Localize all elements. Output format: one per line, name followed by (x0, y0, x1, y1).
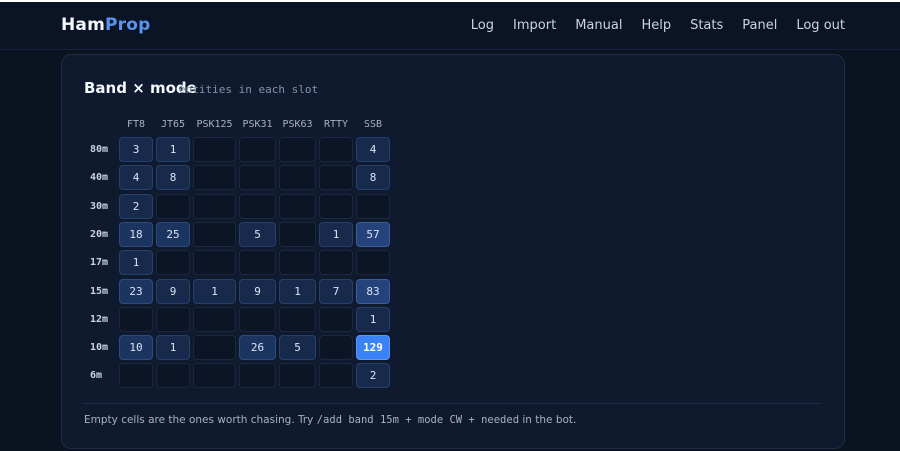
matrix-cell-12m-rtty[interactable] (319, 306, 353, 332)
matrix-cell-20m-rtty[interactable]: 1 (319, 221, 353, 247)
column-header-ssb: SSB (363, 119, 383, 130)
column-header-rtty: RTTY (323, 119, 349, 130)
matrix-cell-12m-psk63[interactable] (279, 306, 316, 332)
matrix-cell-15m-jt65[interactable]: 9 (156, 278, 190, 304)
matrix-cell-12m-jt65[interactable] (156, 306, 190, 332)
brand-part-ham: Ham (61, 15, 106, 35)
matrix-cell-10m-jt65[interactable]: 1 (156, 335, 190, 361)
matrix-cell-10m-psk63[interactable]: 5 (279, 335, 316, 361)
matrix-cell-17m-psk63[interactable] (279, 250, 316, 276)
nav-panel[interactable]: Panel (742, 18, 777, 33)
matrix-cell-40m-rtty[interactable] (319, 165, 353, 191)
main-nav: Log Import Manual Help Stats Panel Log o… (452, 18, 845, 33)
matrix-cell-80m-jt65[interactable]: 1 (156, 137, 190, 162)
matrix-cell-6m-psk125[interactable] (193, 363, 236, 389)
footnote-command: /add band 15m + mode CW + needed (316, 414, 520, 426)
nav-manual[interactable]: Manual (575, 18, 622, 33)
column-header-ft8: FT8 (126, 119, 146, 130)
matrix-cell-15m-rtty[interactable]: 7 (319, 278, 353, 304)
matrix-cell-40m-psk63[interactable] (279, 165, 316, 191)
top-navbar: HamProp Log Import Manual Help Stats Pan… (0, 0, 900, 50)
matrix-cell-20m-psk63[interactable] (279, 221, 316, 247)
nav-stats[interactable]: Stats (690, 18, 723, 33)
matrix-cell-6m-psk63[interactable] (279, 363, 316, 389)
matrix-cell-17m-jt65[interactable] (156, 250, 190, 276)
matrix-cell-12m-ft8[interactable] (119, 306, 153, 332)
matrix-cell-20m-ssb[interactable]: 57 (356, 221, 390, 247)
matrix-cell-15m-psk125[interactable]: 1 (193, 278, 236, 304)
matrix-cell-30m-psk63[interactable] (279, 193, 316, 219)
matrix-cell-15m-ft8[interactable]: 23 (119, 278, 153, 304)
matrix-cell-80m-ssb[interactable]: 4 (356, 137, 390, 162)
matrix-cell-6m-psk31[interactable] (239, 363, 276, 389)
column-header-jt65: JT65 (160, 119, 186, 130)
matrix-cell-10m-ssb[interactable]: 129 (356, 335, 390, 361)
row-header-10m: 10m (90, 342, 109, 354)
row-header-12m: 12m (90, 313, 109, 325)
matrix-cell-40m-ft8[interactable]: 4 (119, 165, 153, 191)
matrix-cell-40m-psk31[interactable] (239, 165, 276, 191)
row-header-40m: 40m (90, 172, 109, 184)
matrix-cell-6m-jt65[interactable] (156, 363, 190, 389)
matrix-cell-20m-jt65[interactable]: 25 (156, 221, 190, 247)
matrix-cell-30m-rtty[interactable] (319, 193, 353, 219)
row-header-17m: 17m (90, 257, 109, 269)
matrix-cell-40m-jt65[interactable]: 8 (156, 165, 190, 191)
brand-part-prop: Prop (105, 15, 151, 35)
column-header-psk63: PSK63 (282, 119, 313, 130)
matrix-cell-80m-psk125[interactable] (193, 137, 236, 162)
row-header-30m: 30m (90, 200, 109, 212)
matrix-cell-80m-psk63[interactable] (279, 137, 316, 162)
matrix-cell-20m-psk31[interactable]: 5 (239, 221, 276, 247)
matrix-cell-10m-ft8[interactable]: 10 (119, 335, 153, 361)
matrix-cell-17m-psk31[interactable] (239, 250, 276, 276)
row-header-15m: 15m (90, 285, 109, 297)
matrix-cell-12m-ssb[interactable]: 1 (356, 306, 390, 332)
card-subtitle: entities in each slot (179, 83, 319, 96)
matrix-cell-15m-psk63[interactable]: 1 (279, 278, 316, 304)
band-mode-card: Band × mode entities in each slot FT8 JT6… (61, 54, 845, 449)
matrix-cell-20m-ft8[interactable]: 18 (119, 221, 153, 247)
nav-logout[interactable]: Log out (796, 18, 845, 33)
column-header-psk125: PSK125 (196, 119, 233, 130)
matrix-cell-80m-psk31[interactable] (239, 137, 276, 162)
nav-import[interactable]: Import (513, 18, 556, 33)
matrix-cell-30m-psk125[interactable] (193, 193, 236, 219)
divider (84, 403, 822, 404)
row-header-6m: 6m (90, 370, 103, 382)
footnote: Empty cells are the ones worth chasing. … (84, 414, 576, 426)
matrix-cell-6m-rtty[interactable] (319, 363, 353, 389)
matrix-cell-10m-rtty[interactable] (319, 335, 353, 361)
footnote-text-start: Empty cells are the ones worth chasing. … (84, 414, 317, 426)
matrix-cell-17m-psk125[interactable] (193, 250, 236, 276)
matrix-cell-6m-ft8[interactable] (119, 363, 153, 389)
footnote-text-end: in the bot. (519, 414, 577, 426)
matrix-cell-15m-ssb[interactable]: 83 (356, 278, 390, 304)
row-header-80m: 80m (90, 144, 109, 155)
matrix-cell-30m-jt65[interactable] (156, 193, 190, 219)
matrix-cell-17m-rtty[interactable] (319, 250, 353, 276)
matrix-cell-20m-psk125[interactable] (193, 221, 236, 247)
matrix-cell-17m-ssb[interactable] (356, 250, 390, 276)
row-header-20m: 20m (90, 228, 109, 240)
matrix-cell-40m-psk125[interactable] (193, 165, 236, 191)
nav-help[interactable]: Help (641, 18, 671, 33)
matrix-cell-40m-ssb[interactable]: 8 (356, 165, 390, 191)
nav-log[interactable]: Log (471, 18, 494, 33)
matrix-cell-6m-ssb[interactable]: 2 (356, 363, 390, 389)
matrix-cell-30m-ft8[interactable]: 2 (119, 193, 153, 219)
matrix-cell-15m-psk31[interactable]: 9 (239, 278, 276, 304)
column-header-psk31: PSK31 (242, 119, 273, 130)
matrix-cell-10m-psk31[interactable]: 26 (239, 335, 276, 361)
matrix-cell-10m-psk125[interactable] (193, 335, 236, 361)
matrix-cell-30m-ssb[interactable] (356, 193, 390, 219)
matrix-cell-17m-ft8[interactable]: 1 (119, 250, 153, 276)
matrix-cell-12m-psk31[interactable] (239, 306, 276, 332)
brand-logo[interactable]: HamProp (61, 15, 151, 35)
matrix-cell-80m-rtty[interactable] (319, 137, 353, 162)
matrix-cell-30m-psk31[interactable] (239, 193, 276, 219)
matrix-cell-12m-psk125[interactable] (193, 306, 236, 332)
matrix-cell-80m-ft8[interactable]: 3 (119, 137, 153, 162)
